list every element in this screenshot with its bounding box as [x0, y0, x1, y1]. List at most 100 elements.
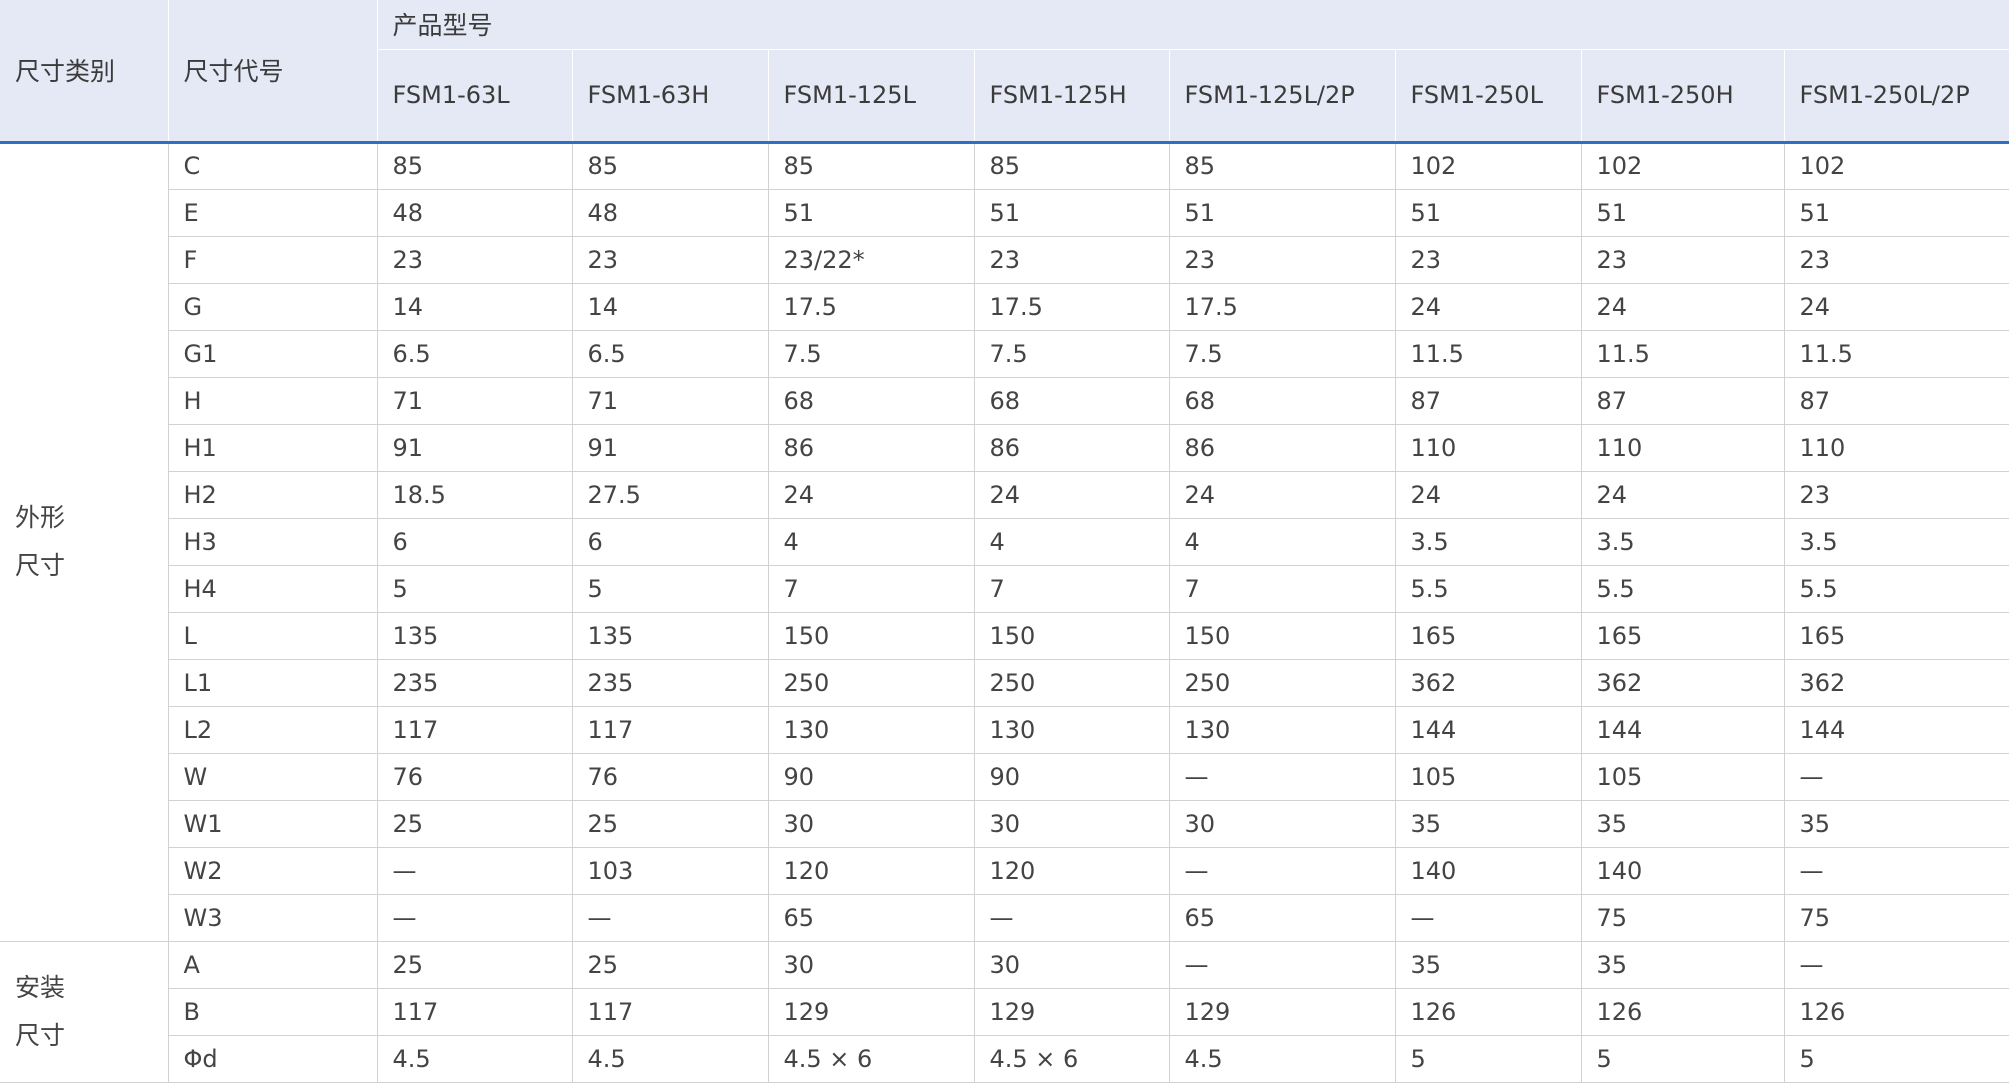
value-cell: 140	[1395, 847, 1582, 895]
table-row: E 48 48 51 51 51 51 51 51	[0, 189, 2009, 237]
value-cell: 51	[1395, 189, 1582, 237]
category-cell: 外形 尺寸	[0, 142, 169, 942]
value-cell: —	[1784, 941, 2009, 989]
value-cell: 23	[1581, 236, 1785, 284]
value-cell: 3.5	[1395, 518, 1582, 566]
value-cell: 150	[974, 612, 1170, 660]
value-cell: 24	[1169, 471, 1396, 519]
value-cell: 120	[768, 847, 975, 895]
table-row: H1 91 91 86 86 86 110 110 110	[0, 424, 2009, 472]
value-cell: 7	[768, 565, 975, 613]
value-cell: 87	[1784, 377, 2009, 425]
header-model: FSM1-125L/2P	[1169, 49, 1396, 144]
value-cell: 362	[1784, 659, 2009, 707]
value-cell: 235	[572, 659, 769, 707]
table-row: H3 6 6 4 4 4 3.5 3.5 3.5	[0, 518, 2009, 566]
value-cell: 91	[572, 424, 769, 472]
value-cell: 140	[1581, 847, 1785, 895]
code-cell: G1	[168, 330, 378, 378]
value-cell: 4.5 × 6	[974, 1035, 1170, 1083]
code-cell: A	[168, 941, 378, 989]
code-cell: W2	[168, 847, 378, 895]
value-cell: 24	[1784, 283, 2009, 331]
value-cell: 102	[1581, 142, 1785, 190]
value-cell: 6	[377, 518, 573, 566]
category-cell: 安装 尺寸	[0, 941, 169, 1083]
value-cell: 24	[1395, 283, 1582, 331]
table-row: B 117 117 129 129 129 126 126 126	[0, 988, 2009, 1036]
code-cell: F	[168, 236, 378, 284]
code-cell: E	[168, 189, 378, 237]
table-row: H2 18.5 27.5 24 24 24 24 24 23	[0, 471, 2009, 519]
value-cell: 3.5	[1581, 518, 1785, 566]
table-row: G1 6.5 6.5 7.5 7.5 7.5 11.5 11.5 11.5	[0, 330, 2009, 378]
value-cell: 85	[377, 142, 573, 190]
value-cell: 11.5	[1395, 330, 1582, 378]
value-cell: 117	[572, 988, 769, 1036]
value-cell: 48	[572, 189, 769, 237]
category-label-line1: 安装	[15, 972, 66, 1002]
value-cell: 110	[1784, 424, 2009, 472]
value-cell: 51	[974, 189, 1170, 237]
value-cell: 362	[1395, 659, 1582, 707]
code-cell: W	[168, 753, 378, 801]
value-cell: 35	[1581, 941, 1785, 989]
table-row: H 71 71 68 68 68 87 87 87	[0, 377, 2009, 425]
value-cell: 4.5	[1169, 1035, 1396, 1083]
value-cell: 4.5	[572, 1035, 769, 1083]
value-cell: 76	[377, 753, 573, 801]
header-model-group: 产品型号	[377, 0, 2009, 50]
value-cell: 25	[572, 800, 769, 848]
table-row: W3— —65—65—75 75	[0, 894, 2009, 942]
value-cell: 235	[377, 659, 573, 707]
table-row: W2—103 120 120—140 140—	[0, 847, 2009, 895]
value-cell: 130	[1169, 706, 1396, 754]
value-cell: 17.5	[1169, 283, 1396, 331]
value-cell: 135	[377, 612, 573, 660]
value-cell: 102	[1395, 142, 1582, 190]
value-cell: 5	[377, 565, 573, 613]
value-cell: 68	[768, 377, 975, 425]
category-label-line2: 尺寸	[15, 1020, 66, 1050]
value-cell: 5	[1581, 1035, 1785, 1083]
table-row: Φd 4.5 4.5 4.5 × 6 4.5 × 6 4.5 5 5 5	[0, 1035, 2009, 1083]
value-cell: 129	[974, 988, 1170, 1036]
value-cell: 5	[1784, 1035, 2009, 1083]
value-cell: 24	[1581, 471, 1785, 519]
header-model: FSM1-250L/2P	[1784, 49, 2009, 144]
header-model: FSM1-63L	[377, 49, 573, 144]
code-cell: W3	[168, 894, 378, 942]
value-cell: 68	[974, 377, 1170, 425]
table-row: W 76 76 90 90—105 105—	[0, 753, 2009, 801]
value-cell: 6.5	[572, 330, 769, 378]
value-cell: 14	[377, 283, 573, 331]
value-cell: 23	[1395, 236, 1582, 284]
value-cell: 35	[1581, 800, 1785, 848]
value-cell: 150	[1169, 612, 1396, 660]
value-cell: 68	[1169, 377, 1396, 425]
value-cell: 27.5	[572, 471, 769, 519]
value-cell: 23/22*	[768, 236, 975, 284]
code-cell: C	[168, 142, 378, 190]
value-cell: 362	[1581, 659, 1785, 707]
value-cell: 7.5	[768, 330, 975, 378]
table-row: F 23 23 23/22* 23 23 23 23 23	[0, 236, 2009, 284]
value-cell: 24	[768, 471, 975, 519]
value-cell: —	[1395, 894, 1582, 942]
value-cell: 90	[974, 753, 1170, 801]
table-header: 尺寸类别 尺寸代号 产品型号 FSM1-63L FSM1-63H FSM1-125L…	[0, 0, 2009, 144]
code-cell: L2	[168, 706, 378, 754]
value-cell: 85	[768, 142, 975, 190]
value-cell: 25	[572, 941, 769, 989]
code-cell: Φd	[168, 1035, 378, 1083]
header-category: 尺寸类别	[0, 0, 169, 144]
code-cell: H3	[168, 518, 378, 566]
value-cell: 130	[768, 706, 975, 754]
value-cell: 5	[1395, 1035, 1582, 1083]
value-cell: 14	[572, 283, 769, 331]
value-cell: 23	[377, 236, 573, 284]
value-cell: 11.5	[1784, 330, 2009, 378]
value-cell: 71	[377, 377, 573, 425]
value-cell: 85	[572, 142, 769, 190]
value-cell: 165	[1395, 612, 1582, 660]
